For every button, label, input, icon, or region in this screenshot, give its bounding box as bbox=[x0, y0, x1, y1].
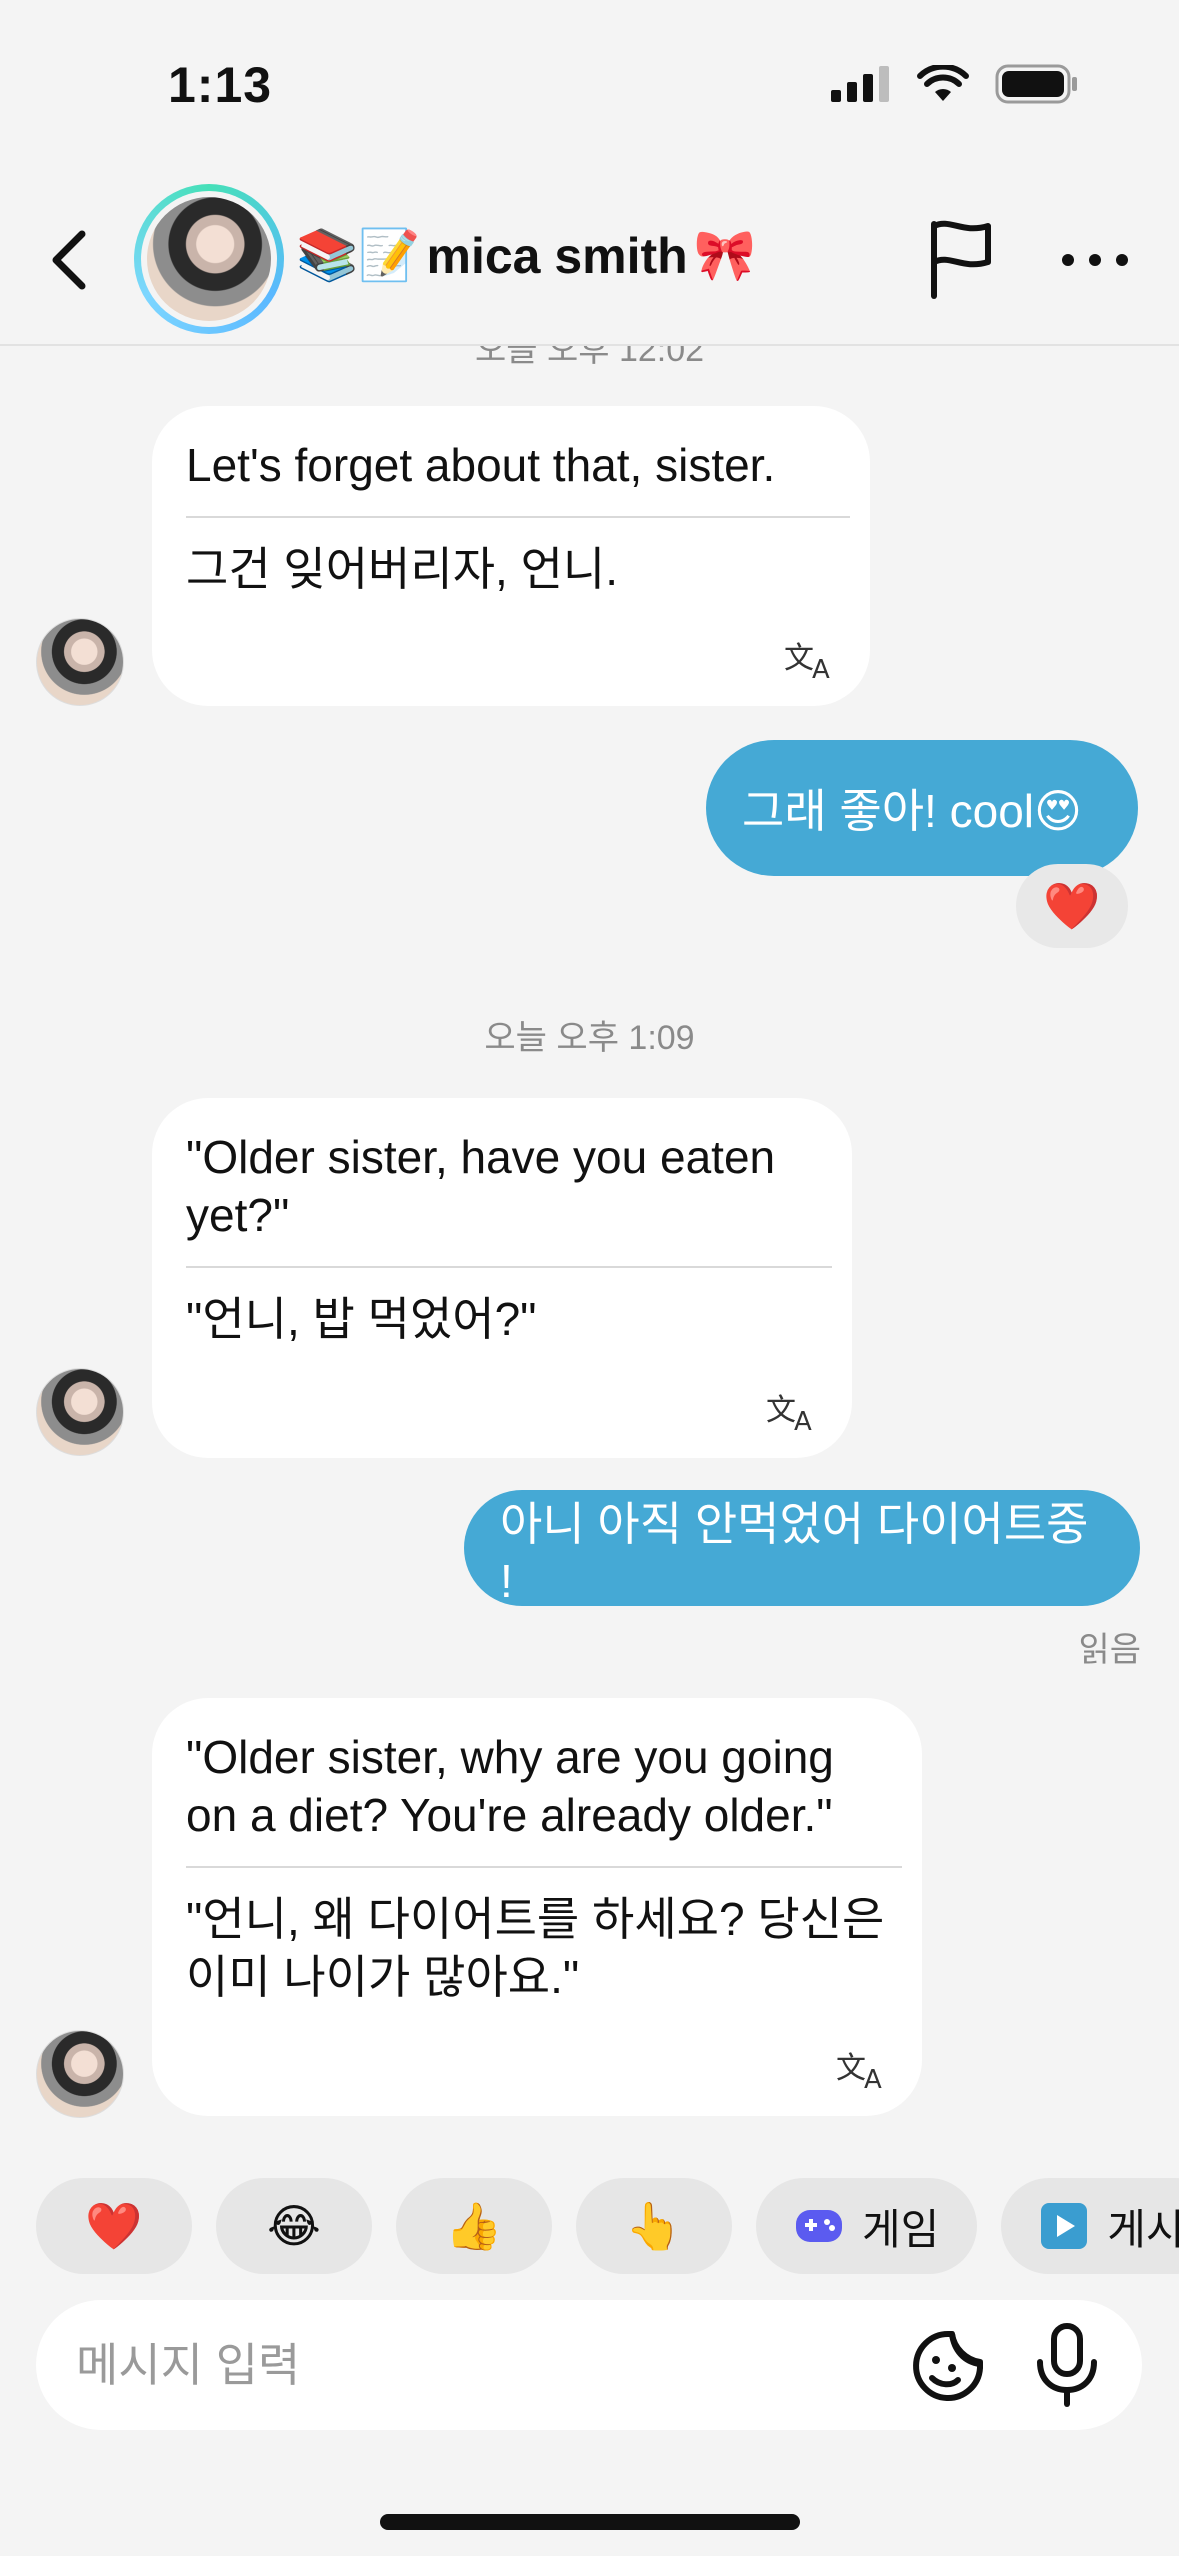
incoming-message[interactable]: Let's forget about that, sister. 그건 잊어버리… bbox=[152, 406, 870, 706]
message-translation-text: 그건 잊어버리자, 언니. bbox=[186, 543, 619, 595]
translation-divider bbox=[186, 1266, 832, 1268]
dot bbox=[1062, 254, 1074, 266]
translate-icon[interactable]: 文 A bbox=[836, 2046, 890, 2090]
dot bbox=[1116, 254, 1128, 266]
gamepad-icon bbox=[796, 2210, 842, 2242]
message-original-text: "Older sister, have you eaten yet?" bbox=[186, 1131, 776, 1241]
sender-avatar[interactable] bbox=[36, 1368, 124, 1456]
quick-reaction-bar: ❤️ 😂 👍 👆 게임 게시 bbox=[36, 2178, 1179, 2274]
heart-reaction-badge[interactable]: ❤️ bbox=[1016, 864, 1128, 948]
quick-heart-button[interactable]: ❤️ bbox=[36, 2178, 192, 2274]
message-composer bbox=[36, 2300, 1142, 2430]
sticker-icon[interactable] bbox=[908, 2324, 990, 2406]
thumbs-up-icon: 👍 bbox=[445, 2198, 503, 2253]
name-emoji-suffix: 🎀 bbox=[693, 226, 756, 284]
read-status: 읽음 bbox=[1078, 1631, 1141, 1669]
message-original-text: Let's forget about that, sister. bbox=[186, 439, 776, 491]
sender-avatar[interactable] bbox=[36, 2030, 124, 2118]
quick-point-up-button[interactable]: 👆 bbox=[576, 2178, 732, 2274]
report-flag-button[interactable] bbox=[924, 216, 1000, 300]
message-translation-text: "언니, 밥 먹었어?" bbox=[186, 1293, 537, 1345]
status-icons bbox=[831, 64, 1079, 104]
back-button[interactable] bbox=[40, 220, 100, 300]
cellular-signal-icon bbox=[831, 66, 889, 102]
pointing-up-icon: 👆 bbox=[625, 2198, 683, 2253]
translate-icon[interactable]: 文 A bbox=[784, 636, 838, 680]
incoming-message[interactable]: "Older sister, have you eaten yet?" "언니,… bbox=[152, 1098, 852, 1458]
home-indicator bbox=[380, 2514, 800, 2530]
incoming-message[interactable]: "Older sister, why are you going on a di… bbox=[152, 1698, 922, 2116]
game-label: 게임 bbox=[862, 2205, 940, 2253]
battery-icon bbox=[995, 64, 1077, 104]
name-emoji-prefix: 📚📝 bbox=[296, 226, 421, 284]
svg-text:A: A bbox=[864, 2065, 882, 2090]
game-button[interactable]: 게임 bbox=[756, 2178, 978, 2274]
wifi-icon bbox=[917, 65, 969, 101]
laughing-face-icon: 😂 bbox=[267, 2199, 321, 2253]
dot bbox=[1089, 254, 1101, 266]
post-button[interactable]: 게시 bbox=[1001, 2178, 1179, 2274]
chat-header: 📚📝 mica smith 🎀 bbox=[0, 170, 1179, 346]
outgoing-message[interactable]: 아니 아직 안먹었어 다이어트중 ! bbox=[464, 1490, 1140, 1607]
svg-text:文: 文 bbox=[784, 641, 814, 676]
outgoing-message[interactable]: 그래 좋아! cool😍 bbox=[706, 740, 1138, 876]
message-input[interactable] bbox=[76, 2330, 836, 2400]
contact-name-text: mica smith bbox=[426, 227, 688, 284]
message-text: 그래 좋아! cool😍 bbox=[742, 785, 1082, 837]
sender-avatar[interactable] bbox=[36, 618, 124, 706]
svg-text:A: A bbox=[812, 655, 830, 680]
translation-divider bbox=[186, 1866, 902, 1868]
svg-text:文: 文 bbox=[766, 1393, 796, 1428]
svg-text:A: A bbox=[794, 1407, 812, 1432]
contact-name[interactable]: 📚📝 mica smith 🎀 bbox=[296, 226, 756, 285]
translate-icon[interactable]: 文 A bbox=[766, 1388, 820, 1432]
profile-avatar[interactable] bbox=[134, 184, 284, 334]
avatar-photo bbox=[147, 197, 271, 321]
message-text: 아니 아직 안먹었어 다이어트중 ! bbox=[500, 1498, 1089, 1607]
svg-text:文: 文 bbox=[836, 2051, 866, 2086]
status-time: 1:13 bbox=[168, 57, 273, 113]
heart-icon: ❤️ bbox=[85, 2198, 143, 2253]
timestamp: 오늘 오후 1:09 bbox=[484, 1019, 695, 1057]
heart-icon: ❤️ bbox=[1043, 879, 1101, 932]
microphone-icon[interactable] bbox=[1032, 2322, 1102, 2408]
play-icon bbox=[1041, 2203, 1088, 2249]
message-translation-text: "언니, 왜 다이어트를 하세요? 당신은 이미 나이가 많아요." bbox=[186, 1893, 885, 2003]
message-original-text: "Older sister, why are you going on a di… bbox=[186, 1731, 834, 1841]
translation-divider bbox=[186, 516, 850, 518]
post-label: 게시 bbox=[1107, 2205, 1179, 2253]
quick-laugh-button[interactable]: 😂 bbox=[216, 2178, 372, 2274]
more-options-button[interactable] bbox=[1062, 250, 1128, 270]
chat-screen: 1:13 오늘 오후 12:02 Let's forget about that… bbox=[0, 0, 1179, 2556]
quick-thumbs-up-button[interactable]: 👍 bbox=[396, 2178, 552, 2274]
